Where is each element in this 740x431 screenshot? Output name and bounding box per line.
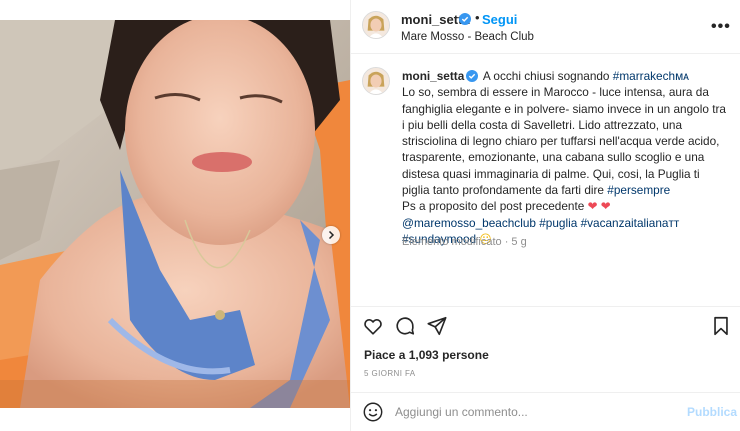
comment-bar: Pubblica	[351, 392, 740, 431]
mention-link[interactable]: @maremosso_beachclub	[402, 216, 536, 230]
bookmark-icon	[714, 316, 728, 336]
edited-meta: Elemento modificato · 5 g	[402, 236, 527, 248]
caption-avatar[interactable]	[362, 67, 390, 95]
hashtag-link[interactable]: #puglia	[539, 216, 577, 230]
heart-icon	[364, 319, 382, 335]
avatar[interactable]	[362, 11, 390, 39]
action-bar	[351, 306, 740, 342]
hashtag-link[interactable]: #marrakechᴍᴀ	[613, 69, 689, 83]
hashtag-link[interactable]: #persempre	[607, 183, 670, 197]
next-media-button[interactable]	[322, 226, 340, 244]
verified-icon	[466, 70, 479, 82]
publish-button[interactable]: Pubblica	[687, 405, 737, 419]
comment-button[interactable]	[394, 315, 416, 337]
share-icon	[427, 316, 447, 336]
follow-button[interactable]: Segui	[482, 12, 517, 27]
like-button[interactable]	[362, 315, 384, 337]
likes-count[interactable]: Piace a 1,093 persone	[364, 348, 489, 362]
post-media[interactable]	[0, 20, 350, 408]
post-header: moni_setta • Segui Mare Mosso - Beach Cl…	[351, 0, 740, 54]
avatar-image	[363, 12, 389, 38]
instagram-post-modal: moni_setta • Segui Mare Mosso - Beach Cl…	[0, 0, 740, 431]
post-side-panel: moni_setta • Segui Mare Mosso - Beach Cl…	[350, 0, 740, 431]
post-caption: moni_setta A occhi chiusi sognando #marr…	[402, 68, 729, 247]
heart-emoji: ❤ ❤	[587, 199, 611, 214]
post-photo	[0, 20, 350, 408]
caption-body: Lo so, sembra di essere in Marocco - luc…	[402, 85, 726, 198]
chevron-right-icon	[328, 230, 335, 240]
emoji-icon[interactable]	[362, 401, 384, 423]
post-timestamp[interactable]: 5 GIORNI FA	[364, 369, 416, 378]
more-options-icon[interactable]: •••	[711, 18, 731, 36]
comment-icon	[396, 317, 415, 335]
caption-first-line: A occhi chiusi sognando	[482, 69, 610, 83]
location-link[interactable]: Mare Mosso - Beach Club	[401, 31, 534, 43]
caption-ps: Ps a proposito del post precedente	[402, 199, 585, 214]
share-button[interactable]	[426, 315, 448, 337]
follow-separator: •	[475, 10, 480, 25]
save-button[interactable]	[710, 315, 732, 337]
hashtag-link[interactable]: #vacanzaitalianaᴛᴛ	[581, 216, 680, 230]
media-bottom-spacer	[0, 408, 350, 431]
comment-input[interactable]	[395, 403, 665, 421]
caption-username[interactable]: moni_setta	[402, 69, 464, 83]
verified-icon	[459, 13, 471, 25]
avatar-image	[363, 68, 389, 94]
